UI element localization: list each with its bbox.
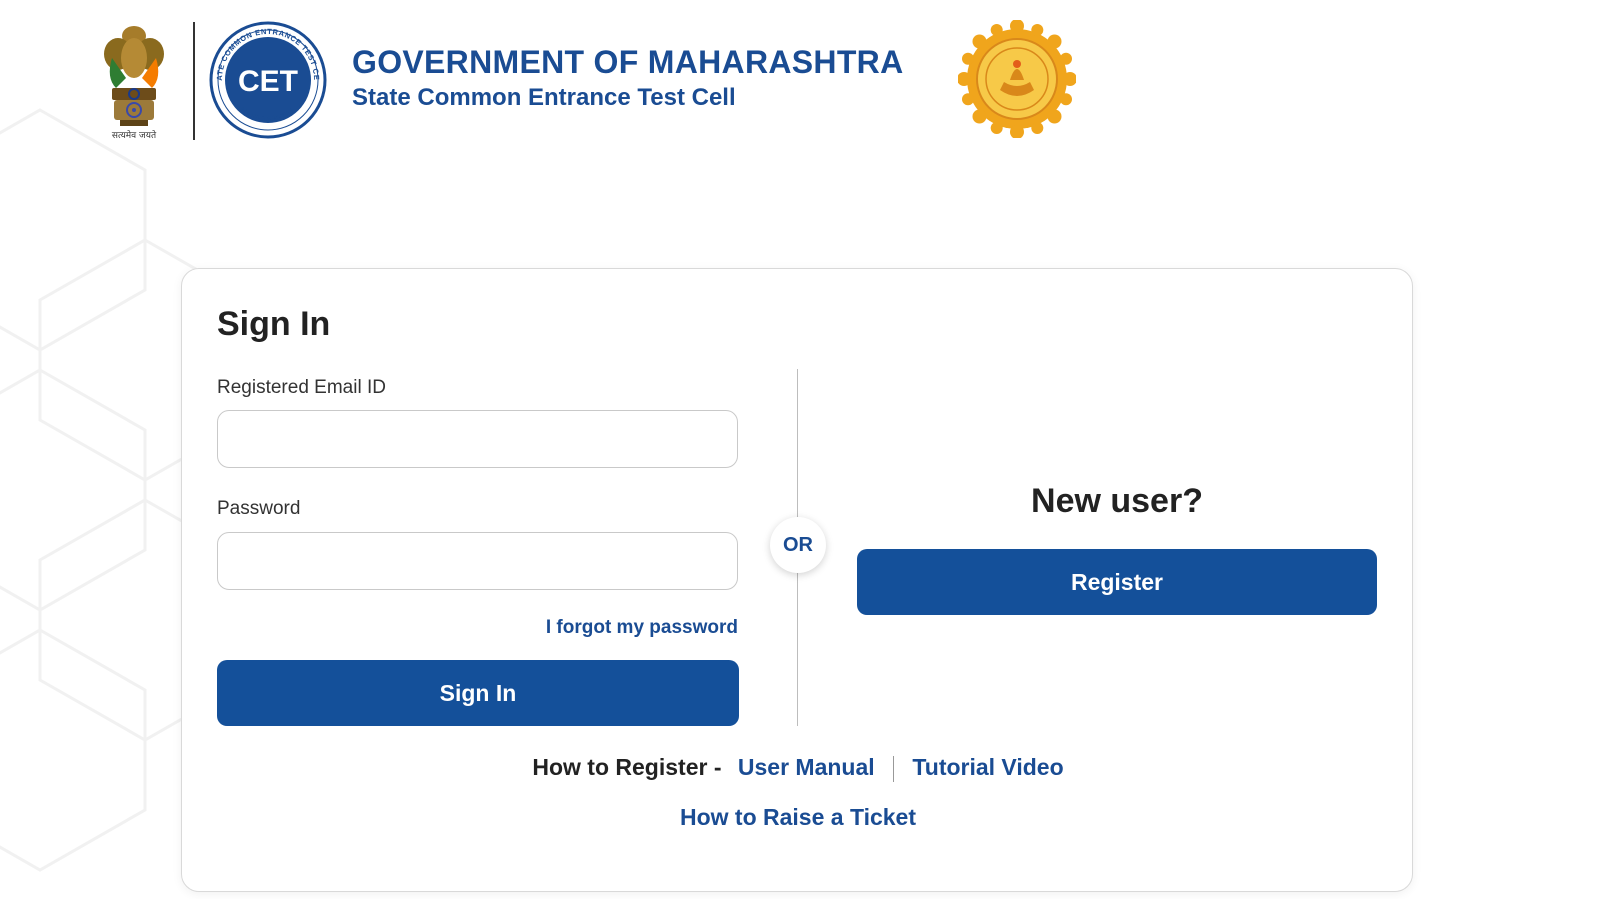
tutorial-video-link[interactable]: Tutorial Video — [912, 754, 1063, 780]
page-title: GOVERNMENT OF MAHARASHTRA — [352, 44, 904, 80]
password-field[interactable] — [217, 532, 738, 590]
cet-logo-text: CET — [238, 65, 298, 98]
emblem-caption: सत्यमेव जयते — [111, 131, 157, 141]
raise-ticket-link[interactable]: How to Raise a Ticket — [680, 804, 916, 830]
page-subtitle: State Common Entrance Test Cell — [352, 84, 736, 111]
email-label: Registered Email ID — [217, 377, 386, 398]
forgot-password-link[interactable]: I forgot my password — [217, 617, 738, 639]
email-field[interactable] — [217, 410, 738, 468]
how-to-register-text: How to Register - — [532, 754, 722, 780]
cet-logo-icon: STATE COMMON ENTRANCE TEST CELL MAHARASH… — [208, 20, 327, 139]
header-divider — [193, 22, 195, 140]
new-user-heading: New user? — [1031, 482, 1203, 520]
password-label: Password — [217, 498, 301, 519]
maharashtra-seal-icon — [958, 20, 1076, 138]
ticket-row: How to Raise a Ticket — [182, 804, 1414, 831]
national-emblem-icon — [104, 26, 164, 126]
sign-in-button[interactable]: Sign In — [217, 660, 739, 726]
register-button[interactable]: Register — [857, 549, 1377, 615]
help-links-row: How to Register - User Manual Tutorial V… — [182, 754, 1414, 782]
user-manual-link[interactable]: User Manual — [738, 754, 875, 780]
site-header: सत्यमेव जयते STATE COMMON ENTRANCE TEST … — [0, 0, 1600, 150]
signin-heading: Sign In — [217, 305, 331, 343]
or-badge: OR — [770, 517, 826, 573]
login-card: Sign In Registered Email ID Password I f… — [181, 268, 1413, 892]
help-separator — [893, 755, 895, 782]
